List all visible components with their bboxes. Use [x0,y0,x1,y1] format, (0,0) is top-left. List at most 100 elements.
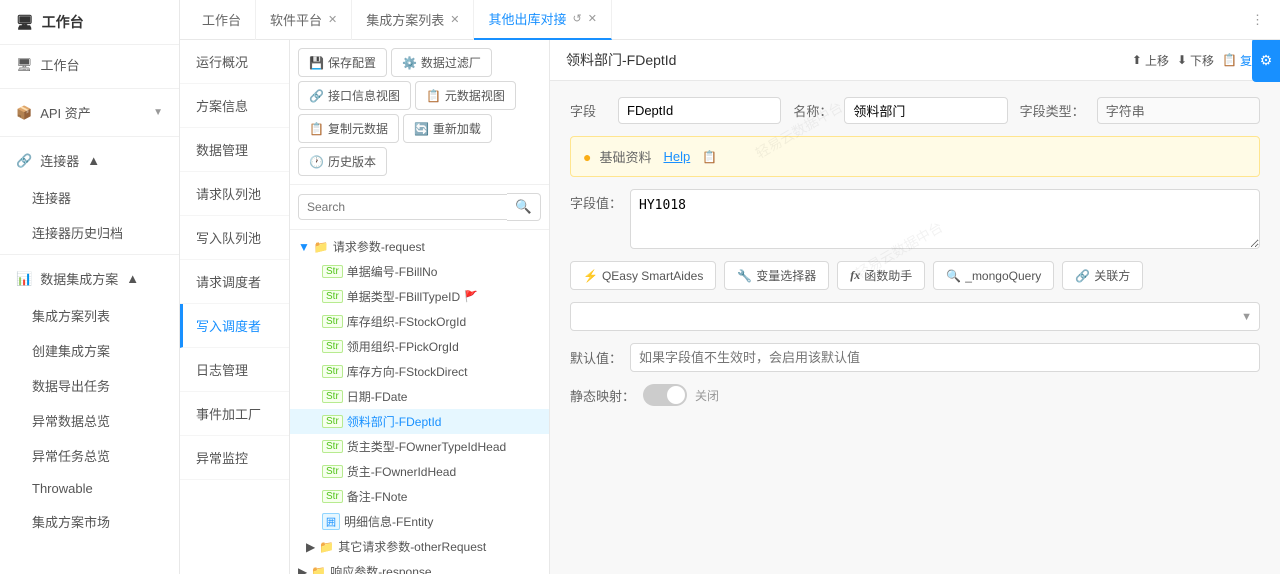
up-action-button[interactable]: ⬆ 上移 [1132,52,1169,69]
sidebar-item-market[interactable]: 集成方案市场 [0,504,179,539]
search-bar: 🔍 [290,185,549,230]
settings-button[interactable]: ⚙ [1252,40,1280,82]
mongo-query-button[interactable]: 🔍 _mongoQuery [933,261,1054,290]
tree-item-fownerid[interactable]: Str 货主-FOwnerIdHead [290,459,549,484]
right-panel: 领料部门-FDeptId ⬆ 上移 ⬇ 下移 📋 复制 [550,40,1280,574]
left-nav-write-scheduler[interactable]: 写入调度者 [180,304,289,348]
left-nav-run-overview[interactable]: 运行概况 [180,40,289,84]
tree-folder-request[interactable]: ▼ 📁 请求参数-request [290,234,549,259]
tab-workbench[interactable]: 工作台 [188,0,256,40]
left-nav-plan-info[interactable]: 方案信息 [180,84,289,128]
sidebar-item-connector-history[interactable]: 连接器历史归档 [0,215,179,250]
tree-item-fdeptid[interactable]: Str 领料部门-FDeptId [290,409,549,434]
field-id-input[interactable] [618,97,781,124]
type-badge: Str [322,365,343,378]
left-nav-item-label: 数据管理 [196,143,248,158]
gear-icon: ⚙ [1260,52,1273,69]
variable-button[interactable]: 🔧 变量选择器 [724,261,829,290]
interface-view-button[interactable]: 🔗 接口信息视图 [298,81,411,110]
field-value-textarea[interactable]: HY1018 [630,189,1260,249]
tree-folder-other-request[interactable]: ▶ 📁 其它请求参数-otherRequest [290,534,549,559]
related-button[interactable]: 🔗 关联方 [1062,261,1143,290]
sidebar-sub-item-label: 集成方案列表 [32,309,110,324]
sidebar-item-create-integration[interactable]: 创建集成方案 [0,333,179,368]
refresh-icon[interactable]: ↺ [573,12,582,25]
tree-item-label: 领料部门-FDeptId [347,413,442,430]
tool-btn-label: _mongoQuery [965,269,1041,283]
tree-item-label: 货主-FOwnerIdHead [347,463,456,480]
sidebar-item-data-integration[interactable]: 📊 数据集成方案 ▲ [0,259,179,298]
close-icon[interactable]: ✕ [588,12,597,25]
left-nav-write-queue[interactable]: 写入队列池 [180,216,289,260]
copy-meta-button[interactable]: 📋 复制元数据 [298,114,399,143]
tree-item-fstockorgid[interactable]: Str 库存组织-FStockOrgId [290,309,549,334]
search-button[interactable]: 🔍 [507,193,541,221]
copy-icon: 📋 [1222,53,1237,67]
history-icon: 🕐 [309,155,324,169]
tab-platform[interactable]: 软件平台 ✕ [256,0,352,40]
tree-item-fbillno[interactable]: Str 单据编号-FBillNo [290,259,549,284]
function-button[interactable]: fx 函数助手 [837,261,925,290]
toolbar: 💾 保存配置 ⚙️ 数据过滤厂 🔗 接口信息视图 📋 元数据视图 📋 [290,40,549,185]
sidebar-item-connector[interactable]: 🔗 连接器 ▲ [0,141,179,180]
left-nav-data-management[interactable]: 数据管理 [180,128,289,172]
default-value-input[interactable] [630,343,1260,372]
left-nav-request-queue[interactable]: 请求队列池 [180,172,289,216]
toolbar-btn-label: 复制元数据 [328,120,388,137]
chevron-up-icon: ▲ [87,153,100,168]
desc-help-link[interactable]: Help [663,149,690,164]
sidebar-item-api[interactable]: 📦 API 资产 ▼ [0,93,179,132]
reload-button[interactable]: 🔄 重新加载 [403,114,492,143]
sidebar-item-throwable[interactable]: Throwable [0,473,179,504]
tree-item-label: 库存方向-FStockDirect [347,363,468,380]
tree-folder-response[interactable]: ▶ 📁 响应参数-response [290,559,549,574]
static-mapping-toggle[interactable] [643,384,687,406]
left-nav-item-label: 请求队列池 [196,187,261,202]
save-config-button[interactable]: 💾 保存配置 [298,48,387,77]
data-filter-button[interactable]: ⚙️ 数据过滤厂 [391,48,492,77]
left-nav-anomaly-monitor[interactable]: 异常监控 [180,436,289,480]
tab-integration-list[interactable]: 集成方案列表 ✕ [352,0,474,40]
tree-item-label: 库存组织-FStockOrgId [347,313,466,330]
logo-icon: 🖥 [16,14,34,31]
close-icon[interactable]: ✕ [328,13,337,26]
field-type-input[interactable] [1097,97,1260,124]
down-action-button[interactable]: ⬇ 下移 [1177,52,1214,69]
tree-item-fpickorgid[interactable]: Str 领用组织-FPickOrgId [290,334,549,359]
dropdown-select[interactable] [570,302,1260,331]
left-nav-event-factory[interactable]: 事件加工厂 [180,392,289,436]
sidebar-sub-item-label: 连接器历史归档 [32,226,123,241]
tab-other-db[interactable]: 其他出库对接 ↺ ✕ [474,0,611,40]
sidebar-item-anomaly-task[interactable]: 异常任务总览 [0,438,179,473]
tree-item-fbilltypeid[interactable]: Str 单据类型-FBillTypeID 🚩 [290,284,549,309]
meta-view-button[interactable]: 📋 元数据视图 [415,81,516,110]
copy-icon: 📋 [309,122,324,136]
tree-item-fownertype[interactable]: Str 货主类型-FOwnerTypeIdHead [290,434,549,459]
sidebar-item-anomaly-overview[interactable]: 异常数据总览 [0,403,179,438]
sidebar-item-workbench[interactable]: 🖥 工作台 [0,45,179,84]
search-input[interactable] [298,194,508,220]
tab-bar: 工作台 软件平台 ✕ 集成方案列表 ✕ 其他出库对接 ↺ ✕ ⋮ [180,0,1280,40]
sidebar-sub-item-label: 集成方案市场 [32,515,110,530]
main-area: 工作台 软件平台 ✕ 集成方案列表 ✕ 其他出库对接 ↺ ✕ ⋮ 运行概况 方案… [180,0,1280,574]
workbench-icon: 🖥 [16,57,33,73]
tree-item-fnote[interactable]: Str 备注-FNote [290,484,549,509]
description-box: ● 基础资料 Help 📋 [570,136,1260,177]
left-nav-log-management[interactable]: 日志管理 [180,348,289,392]
tree-item-fdate[interactable]: Str 日期-FDate [290,384,549,409]
link-icon: 🔗 [309,89,324,103]
sidebar-logo-text: 工作台 [42,12,84,32]
sidebar-item-integration-list[interactable]: 集成方案列表 [0,298,179,333]
sidebar-item-connector-sub[interactable]: 连接器 [0,180,179,215]
field-type-label: 字段类型： [1020,101,1085,120]
sidebar-item-data-export[interactable]: 数据导出任务 [0,368,179,403]
field-name-input[interactable] [844,97,1007,124]
desc-copy-icon[interactable]: 📋 [702,150,717,164]
close-icon[interactable]: ✕ [450,13,459,26]
tab-more-button[interactable]: ⋮ [1243,12,1272,28]
tree-item-fentity[interactable]: 囲 明细信息-FEntity [290,509,549,534]
tree-item-fstockdirect[interactable]: Str 库存方向-FStockDirect [290,359,549,384]
qeasy-button[interactable]: ⚡ QEasy SmartAides [570,261,716,290]
left-nav-request-scheduler[interactable]: 请求调度者 [180,260,289,304]
history-button[interactable]: 🕐 历史版本 [298,147,387,176]
